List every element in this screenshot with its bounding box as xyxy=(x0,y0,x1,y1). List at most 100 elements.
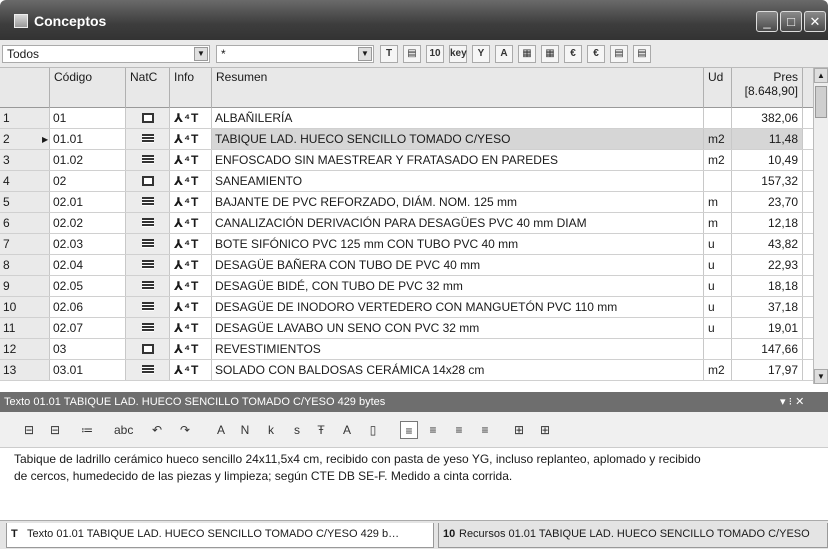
indent-icon[interactable]: ⊞ xyxy=(510,421,528,439)
cell-pres[interactable]: 23,70 xyxy=(732,192,803,212)
cell-natc[interactable] xyxy=(126,150,170,170)
cell-codigo[interactable]: 02.06 xyxy=(50,297,126,317)
header-info[interactable]: Info xyxy=(170,68,212,108)
resources-icon[interactable]: 10 xyxy=(426,45,444,63)
table-row[interactable]: 10 02.06 ⅄⁴T DESAGÜE DE INODORO VERTEDERO C… xyxy=(0,297,813,318)
cell-codigo[interactable]: 02.02 xyxy=(50,213,126,233)
cell-codigo[interactable]: 02 xyxy=(50,171,126,191)
cell-pres[interactable]: 11,48 xyxy=(732,129,803,149)
cell-info[interactable]: ⅄⁴T xyxy=(170,192,212,212)
cell-codigo[interactable]: 01.02 xyxy=(50,150,126,170)
cell-pres[interactable]: 19,01 xyxy=(732,318,803,338)
row-number[interactable]: 6 xyxy=(0,213,50,233)
cell-natc[interactable] xyxy=(126,234,170,254)
tree-icon[interactable]: Y xyxy=(472,45,490,63)
table-row[interactable]: 1 01 ⅄⁴T ALBAÑILERÍA 382,06 xyxy=(0,108,813,129)
cell-ud[interactable]: m2 xyxy=(704,150,732,170)
cell-info[interactable]: ⅄⁴T xyxy=(170,213,212,233)
font-icon[interactable]: A xyxy=(212,421,230,439)
cell-pres[interactable]: 22,93 xyxy=(732,255,803,275)
concept-text-body[interactable]: Tabique de ladrillo cerámico hueco senci… xyxy=(14,448,828,520)
key-icon[interactable]: key xyxy=(449,45,467,63)
row-number[interactable]: 7 xyxy=(0,234,50,254)
grid-alt-icon[interactable]: ▦ xyxy=(541,45,559,63)
scope-dropdown[interactable]: Todos ▼ xyxy=(2,45,210,63)
cell-pres[interactable]: 37,18 xyxy=(732,297,803,317)
cell-info[interactable]: ⅄⁴T xyxy=(170,234,212,254)
scroll-down-icon[interactable]: ▼ xyxy=(814,369,828,384)
redo-icon[interactable]: ↷ xyxy=(176,421,194,439)
row-number[interactable]: 4 xyxy=(0,171,50,191)
align-right-icon[interactable]: ≡ xyxy=(450,421,468,439)
minimize-button[interactable]: _ xyxy=(756,11,778,32)
highlight-icon[interactable]: ▯ xyxy=(364,421,382,439)
table-row[interactable]: 8 02.04 ⅄⁴T DESAGÜE BAÑERA CON TUBO DE PVC … xyxy=(0,255,813,276)
align-left-icon[interactable]: ≡ xyxy=(400,421,418,439)
table-row[interactable]: 5 02.01 ⅄⁴T BAJANTE DE PVC REFORZADO, DIÁM.… xyxy=(0,192,813,213)
cell-info[interactable]: ⅄⁴T xyxy=(170,360,212,380)
table-row[interactable]: 7 02.03 ⅄⁴T BOTE SIFÓNICO PVC 125 mm CON TU… xyxy=(0,234,813,255)
cell-resumen[interactable]: BOTE SIFÓNICO PVC 125 mm CON TUBO PVC 40… xyxy=(212,234,704,254)
bold-icon[interactable]: N xyxy=(236,421,254,439)
cell-natc[interactable] xyxy=(126,129,170,149)
cell-natc[interactable] xyxy=(126,255,170,275)
list-icon[interactable]: ≔ xyxy=(78,421,96,439)
insert-icon[interactable]: ⊟ xyxy=(20,421,38,439)
row-number[interactable]: 8 xyxy=(0,255,50,275)
cell-codigo[interactable]: 01 xyxy=(50,108,126,128)
chevron-down-icon[interactable]: ▼ xyxy=(358,47,372,61)
cell-pres[interactable]: 147,66 xyxy=(732,339,803,359)
cell-ud[interactable]: u xyxy=(704,255,732,275)
row-number[interactable]: 11 xyxy=(0,318,50,338)
strikethrough-icon[interactable]: Ŧ xyxy=(312,421,330,439)
cell-resumen[interactable]: TABIQUE LAD. HUECO SENCILLO TOMADO C/YES… xyxy=(212,129,704,149)
cell-pres[interactable]: 382,06 xyxy=(732,108,803,128)
row-number[interactable]: 13 xyxy=(0,360,50,380)
cell-ud[interactable]: m xyxy=(704,192,732,212)
header-natc[interactable]: NatC xyxy=(126,68,170,108)
cell-resumen[interactable]: CANALIZACIÓN DERIVACIÓN PARA DESAGÜES PV… xyxy=(212,213,704,233)
underline-icon[interactable]: s xyxy=(288,421,306,439)
vertical-scrollbar[interactable]: ▲ ▼ xyxy=(813,68,828,384)
cell-info[interactable]: ⅄⁴T xyxy=(170,297,212,317)
row-number[interactable]: 5 xyxy=(0,192,50,212)
cell-info[interactable]: ⅄⁴T xyxy=(170,150,212,170)
cell-resumen[interactable]: BAJANTE DE PVC REFORZADO, DIÁM. NOM. 125… xyxy=(212,192,704,212)
outdent-icon[interactable]: ⊞ xyxy=(536,421,554,439)
cell-codigo[interactable]: 02.07 xyxy=(50,318,126,338)
insert-alt-icon[interactable]: ⊟ xyxy=(46,421,64,439)
row-number[interactable]: 12 xyxy=(0,339,50,359)
cell-codigo[interactable]: 02.03 xyxy=(50,234,126,254)
cell-ud[interactable]: m2 xyxy=(704,360,732,380)
cell-info[interactable]: ⅄⁴T xyxy=(170,318,212,338)
cell-info[interactable]: ⅄⁴T xyxy=(170,276,212,296)
cell-natc[interactable] xyxy=(126,213,170,233)
table-row[interactable]: 11 02.07 ⅄⁴T DESAGÜE LAVABO UN SENO CON PVC… xyxy=(0,318,813,339)
cell-resumen[interactable]: ENFOSCADO SIN MAESTREAR Y FRATASADO EN P… xyxy=(212,150,704,170)
scroll-thumb[interactable] xyxy=(815,86,827,118)
document-icon[interactable]: ▤ xyxy=(403,45,421,63)
cell-ud[interactable] xyxy=(704,108,732,128)
scroll-up-icon[interactable]: ▲ xyxy=(814,68,828,83)
cell-natc[interactable] xyxy=(126,318,170,338)
cell-info[interactable]: ⅄⁴T xyxy=(170,339,212,359)
table-row[interactable]: 9 02.05 ⅄⁴T DESAGÜE BIDÉ, CON TUBO DE PVC 3… xyxy=(0,276,813,297)
table-icon[interactable]: ▤ xyxy=(610,45,628,63)
cell-ud[interactable]: u xyxy=(704,297,732,317)
cell-natc[interactable] xyxy=(126,339,170,359)
italic-icon[interactable]: k xyxy=(262,421,280,439)
cell-natc[interactable] xyxy=(126,276,170,296)
cell-resumen[interactable]: REVESTIMIENTOS xyxy=(212,339,704,359)
cell-resumen[interactable]: DESAGÜE LAVABO UN SENO CON PVC 32 mm xyxy=(212,318,704,338)
row-number[interactable]: 9 xyxy=(0,276,50,296)
undo-icon[interactable]: ↶ xyxy=(148,421,166,439)
cell-ud[interactable]: u xyxy=(704,276,732,296)
cell-codigo[interactable]: 03.01 xyxy=(50,360,126,380)
price-alt-icon[interactable]: € xyxy=(587,45,605,63)
header-pres[interactable]: Pres [8.648,90] xyxy=(732,68,803,108)
chevron-down-icon[interactable]: ▼ xyxy=(194,47,208,61)
cell-resumen[interactable]: SANEAMIENTO xyxy=(212,171,704,191)
cell-pres[interactable]: 12,18 xyxy=(732,213,803,233)
cell-codigo[interactable]: 03 xyxy=(50,339,126,359)
grid-icon[interactable]: ▦ xyxy=(518,45,536,63)
